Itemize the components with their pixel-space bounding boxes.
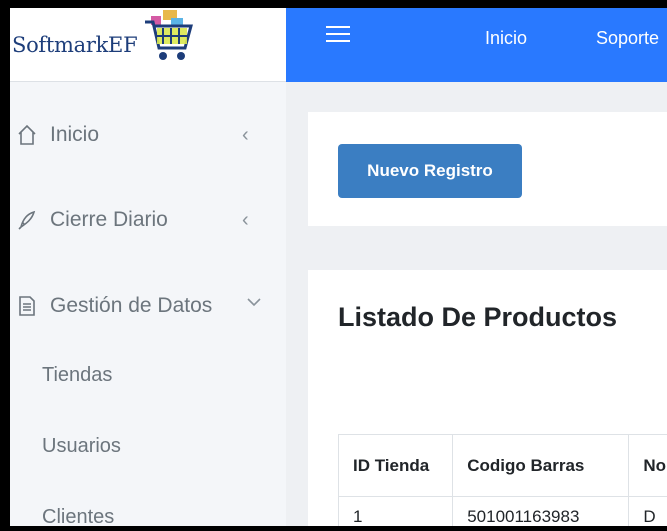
rocket-icon: [14, 209, 40, 231]
hamburger-icon[interactable]: [326, 26, 350, 47]
app-frame: SoftmarkEF Inicio ‹ Cierre Diario ‹ Gest…: [10, 8, 667, 526]
topbar: Inicio Soporte: [286, 8, 667, 82]
home-icon: [14, 124, 40, 146]
document-icon: [14, 295, 40, 317]
cell-codigo-barras: 501001163983: [452, 496, 630, 526]
table-header-row: ID Tienda Codigo Barras No: [337, 434, 667, 497]
page-title: Listado De Productos: [338, 302, 618, 332]
sidebar: SoftmarkEF Inicio ‹ Cierre Diario ‹ Gest…: [10, 8, 286, 526]
sidebar-item-label: Cierre Diario: [50, 208, 168, 231]
chevron-down-icon: [246, 290, 262, 313]
table-row[interactable]: 1 501001163983 D: [337, 496, 667, 526]
sidebar-subitem-clientes[interactable]: Clientes: [42, 506, 114, 526]
sidebar-item-inicio[interactable]: Inicio ‹: [10, 115, 286, 155]
brand-name: SoftmarkEF: [12, 32, 138, 57]
sidebar-item-cierre-diario[interactable]: Cierre Diario ‹: [10, 200, 286, 240]
new-record-button[interactable]: Nuevo Registro: [338, 144, 522, 198]
sidebar-subitem-usuarios[interactable]: Usuarios: [42, 435, 121, 458]
sidebar-item-gestion-de-datos[interactable]: Gestión de Datos: [10, 286, 286, 326]
brand[interactable]: SoftmarkEF: [10, 8, 286, 82]
cell-nombre: D: [628, 496, 667, 526]
actions-card: Nuevo Registro: [308, 112, 667, 226]
sidebar-item-label: Inicio: [50, 123, 100, 146]
column-header-id-tienda[interactable]: ID Tienda: [337, 434, 454, 497]
shopping-cart-logo-icon: [145, 9, 194, 60]
column-header-codigo-barras[interactable]: Codigo Barras: [452, 434, 630, 497]
column-header-nombre[interactable]: No: [628, 434, 667, 497]
sidebar-subitem-tiendas[interactable]: Tiendas: [42, 364, 112, 387]
products-table: ID Tienda Codigo Barras No 1 50100116398…: [337, 434, 667, 526]
sidebar-item-label: Gestión de Datos: [50, 294, 213, 317]
nav-link-inicio[interactable]: Inicio: [485, 28, 527, 49]
cell-id-tienda: 1: [337, 496, 454, 526]
products-card: Listado De Productos ID Tienda Codigo Ba…: [308, 270, 667, 526]
nav-link-soporte[interactable]: Soporte: [596, 28, 659, 49]
chevron-left-icon: ‹: [242, 208, 249, 231]
chevron-left-icon: ‹: [242, 123, 249, 146]
